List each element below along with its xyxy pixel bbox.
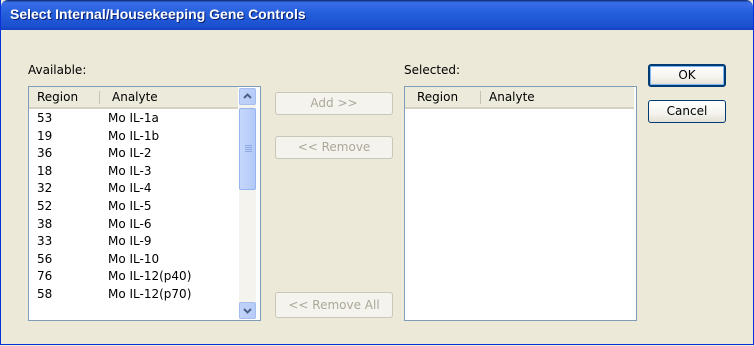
region-cell: 76: [37, 269, 53, 284]
scroll-down-button[interactable]: [239, 302, 256, 319]
region-cell: 36: [37, 146, 53, 161]
region-cell: 56: [37, 251, 53, 266]
arrow-down-icon: [243, 308, 252, 314]
analyte-cell: Mo IL-2: [108, 146, 152, 161]
remove-all-button[interactable]: << Remove All: [275, 292, 393, 318]
available-region-column-header[interactable]: Region: [31, 87, 100, 107]
list-item[interactable]: 18 Mo IL-3: [29, 164, 237, 179]
list-item[interactable]: 32 Mo IL-4: [29, 181, 237, 196]
available-list[interactable]: Region Analyte 53 Mo IL-1a 19 Mo IL-1b 36 Mo …: [28, 86, 261, 321]
list-item[interactable]: 52 Mo IL-5: [29, 199, 237, 214]
analyte-cell: Mo IL-3: [108, 163, 152, 178]
add-button[interactable]: Add >>: [275, 92, 393, 115]
remove-button[interactable]: << Remove: [275, 136, 393, 159]
selected-list[interactable]: Region Analyte: [404, 86, 637, 321]
available-analyte-column-header[interactable]: Analyte: [100, 87, 236, 107]
cancel-button[interactable]: Cancel: [648, 100, 726, 123]
list-item[interactable]: 76 Mo IL-12(p40): [29, 269, 237, 284]
analyte-cell: Mo IL-1b: [108, 128, 160, 143]
dialog-title: Select Internal/Housekeeping Gene Contro…: [10, 6, 306, 22]
analyte-cell: Mo IL-4: [108, 181, 152, 196]
selected-region-column-header[interactable]: Region: [411, 87, 480, 107]
available-scrollbar[interactable]: [239, 88, 256, 319]
title-bar[interactable]: Select Internal/Housekeeping Gene Contro…: [1, 0, 753, 30]
region-cell: 18: [37, 163, 53, 178]
list-item[interactable]: 38 Mo IL-6: [29, 217, 237, 232]
analyte-cell: Mo IL-5: [108, 199, 152, 213]
analyte-cell: Mo IL-9: [108, 234, 152, 249]
region-cell: 53: [37, 111, 53, 125]
selected-label: Selected:: [404, 63, 461, 77]
available-label: Available:: [28, 63, 87, 77]
selected-list-header: Region Analyte: [405, 87, 634, 109]
list-item[interactable]: 19 Mo IL-1b: [29, 129, 237, 144]
list-item[interactable]: 53 Mo IL-1a: [29, 111, 237, 126]
analyte-cell: Mo IL-1a: [108, 111, 159, 125]
region-cell: 38: [37, 216, 53, 231]
region-cell: 32: [37, 181, 53, 196]
region-cell: 58: [37, 287, 53, 301]
region-cell: 33: [37, 234, 53, 249]
available-list-header: Region Analyte: [29, 87, 238, 109]
analyte-cell: Mo IL-6: [108, 216, 152, 231]
ok-button[interactable]: OK: [648, 64, 726, 87]
list-item[interactable]: 58 Mo IL-12(p70): [29, 287, 237, 302]
dialog-window: Select Internal/Housekeeping Gene Contro…: [0, 0, 754, 345]
list-item[interactable]: 56 Mo IL-10: [29, 252, 237, 267]
region-cell: 19: [37, 128, 53, 143]
list-item[interactable]: 36 Mo IL-2: [29, 146, 237, 161]
list-item[interactable]: 33 Mo IL-9: [29, 234, 237, 249]
analyte-cell: Mo IL-10: [108, 251, 160, 266]
analyte-cell: Mo IL-12(p40): [108, 269, 192, 284]
region-cell: 52: [37, 199, 53, 213]
scroll-thumb[interactable]: [239, 108, 256, 190]
scroll-up-button[interactable]: [239, 88, 256, 105]
analyte-cell: Mo IL-12(p70): [108, 287, 192, 301]
selected-analyte-column-header[interactable]: Analyte: [481, 87, 631, 107]
arrow-up-icon: [243, 93, 252, 99]
